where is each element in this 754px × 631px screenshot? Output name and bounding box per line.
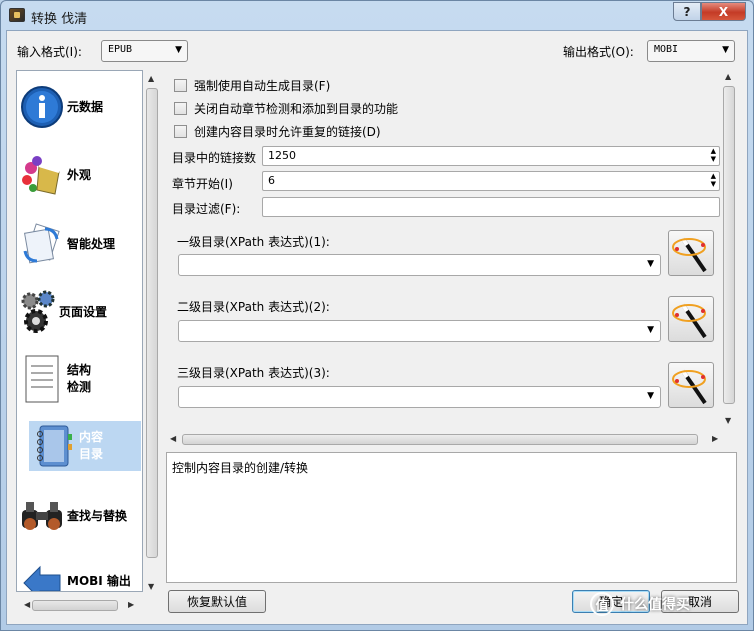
magic-wand-icon <box>672 369 707 405</box>
chevron-down-icon: ▼ <box>647 325 654 335</box>
checkbox-box[interactable] <box>174 102 187 115</box>
scrollbar-thumb[interactable] <box>723 86 735 404</box>
level3-xpath-label: 三级目录(XPath 表达式)(3): <box>177 366 330 380</box>
heuristics-icon <box>17 219 67 269</box>
scroll-left-icon[interactable]: ◀ <box>170 434 176 443</box>
force-auto-toc-label: 强制使用自动生成目录(F) <box>194 79 331 93</box>
sidebar-horizontal-scrollbar[interactable]: ◀ ▶ <box>24 598 136 612</box>
sidebar-item-label: 查找与替换 <box>67 508 128 523</box>
sidebar-item-label: 智能处理 <box>67 236 116 251</box>
watermark-badge: 值 <box>590 592 614 616</box>
toc-filter-input[interactable] <box>262 197 720 217</box>
max-links-value: 1250 <box>268 149 296 162</box>
notebook-icon <box>29 421 79 471</box>
sidebar-item-label: 元数据 <box>67 99 104 114</box>
output-format-value: MOBI <box>654 44 679 55</box>
max-links-spinbox[interactable]: 1250 ▲ ▼ <box>262 146 720 166</box>
sidebar-item-toc[interactable]: 内容 目录 <box>29 421 141 471</box>
input-format-value: EPUB <box>108 44 133 55</box>
no-chapters-in-toc-checkbox[interactable]: 关闭自动章节检测和添加到目录的功能 <box>174 100 398 117</box>
input-format-label: 输入格式(I): <box>17 45 82 59</box>
chapter-threshold-label: 章节开始(I) <box>172 177 233 191</box>
gears-icon <box>17 287 59 337</box>
options-horizontal-scrollbar[interactable]: ◀ ▶ <box>170 432 722 446</box>
scroll-up-icon[interactable]: ▲ <box>148 74 154 83</box>
scroll-right-icon[interactable]: ▶ <box>712 434 718 443</box>
checkbox-box[interactable] <box>174 125 187 138</box>
window-title: 转换 伐清 <box>31 12 88 27</box>
restore-defaults-button[interactable]: 恢复默认值 <box>168 590 266 613</box>
level2-xpath-label: 二级目录(XPath 表达式)(2): <box>177 300 330 314</box>
chapter-threshold-spinbox[interactable]: 6 ▲ ▼ <box>262 171 720 191</box>
max-links-label: 目录中的链接数 <box>172 151 257 165</box>
sidebar-item-label: 外观 <box>67 167 92 182</box>
level2-xpath-select[interactable]: ▼ <box>178 320 661 342</box>
output-format-select[interactable]: MOBI ▼ <box>647 40 735 62</box>
paint-bucket-icon <box>17 150 67 200</box>
sidebar-item-page-setup[interactable]: 页面设置 <box>17 285 142 339</box>
info-icon <box>17 82 67 132</box>
settings-sidebar: 元数据 外观 智能处理 页面设置 结构 检测 内容 目录 查找与替换 MOBI … <box>16 70 143 592</box>
chevron-down-icon: ▼ <box>175 45 182 55</box>
scroll-up-icon[interactable]: ▲ <box>725 72 731 81</box>
scrollbar-thumb[interactable] <box>32 600 118 611</box>
scrollbar-thumb[interactable] <box>182 434 698 445</box>
level1-xpath-wizard-button[interactable] <box>668 230 714 276</box>
input-format-select[interactable]: EPUB ▼ <box>101 40 188 62</box>
watermark: 值 什么值得买 <box>590 589 750 619</box>
options-vertical-scrollbar[interactable]: ▲ ▼ <box>722 72 736 425</box>
toc-filter-label: 目录过滤(F): <box>172 202 241 216</box>
sidebar-item-metadata[interactable]: 元数据 <box>17 81 142 133</box>
sidebar-vertical-scrollbar[interactable]: ▲ ▼ <box>145 72 159 594</box>
level3-xpath-select[interactable]: ▼ <box>178 386 661 408</box>
close-button[interactable]: X <box>701 2 746 21</box>
sidebar-item-mobi-output[interactable]: MOBI 输出 <box>17 561 142 591</box>
calibre-app-icon <box>9 8 25 22</box>
scrollbar-thumb[interactable] <box>146 88 158 558</box>
magic-wand-icon <box>672 303 707 339</box>
sidebar-item-search-replace[interactable]: 查找与替换 <box>17 491 142 541</box>
sidebar-item-heuristics[interactable]: 智能处理 <box>17 218 142 270</box>
scroll-down-icon[interactable]: ▼ <box>148 582 154 591</box>
sidebar-item-label: MOBI 输出 <box>67 573 131 588</box>
magic-wand-icon <box>672 237 707 273</box>
sidebar-item-look[interactable]: 外观 <box>17 149 142 201</box>
chevron-down-icon: ▼ <box>722 45 729 55</box>
allow-duplicate-links-label: 创建内容目录时允许重复的链接(D) <box>194 125 381 139</box>
chevron-down-icon: ▼ <box>647 391 654 401</box>
title-bar: 转换 伐清 ? X <box>1 1 753 31</box>
scroll-left-icon[interactable]: ◀ <box>24 600 30 609</box>
arrow-left-icon <box>17 556 67 591</box>
sidebar-item-structure[interactable]: 结构 检测 <box>17 351 142 407</box>
force-auto-toc-checkbox[interactable]: 强制使用自动生成目录(F) <box>174 77 330 94</box>
spin-arrows-icon[interactable]: ▲ ▼ <box>711 172 716 188</box>
binoculars-icon <box>17 491 67 541</box>
level2-xpath-wizard-button[interactable] <box>668 296 714 342</box>
watermark-text: 什么值得买 <box>620 597 690 613</box>
sidebar-item-label: 结构 检测 <box>67 363 92 394</box>
level1-xpath-select[interactable]: ▼ <box>178 254 661 276</box>
help-button[interactable]: ? <box>673 2 701 21</box>
level1-xpath-label: 一级目录(XPath 表达式)(1): <box>177 235 330 249</box>
allow-duplicate-links-checkbox[interactable]: 创建内容目录时允许重复的链接(D) <box>174 123 381 140</box>
checkbox-box[interactable] <box>174 79 187 92</box>
output-format-label: 输出格式(O): <box>563 45 634 59</box>
chapter-threshold-value: 6 <box>268 174 275 187</box>
document-icon <box>17 351 67 407</box>
no-chapters-in-toc-label: 关闭自动章节检测和添加到目录的功能 <box>194 102 399 116</box>
scroll-right-icon[interactable]: ▶ <box>128 600 134 609</box>
option-description: 控制内容目录的创建/转换 <box>166 452 737 583</box>
scroll-down-icon[interactable]: ▼ <box>725 416 731 425</box>
chevron-down-icon: ▼ <box>647 259 654 269</box>
level3-xpath-wizard-button[interactable] <box>668 362 714 408</box>
sidebar-item-label: 内容 目录 <box>79 430 104 461</box>
spin-arrows-icon[interactable]: ▲ ▼ <box>711 147 716 163</box>
sidebar-item-label: 页面设置 <box>59 304 108 319</box>
